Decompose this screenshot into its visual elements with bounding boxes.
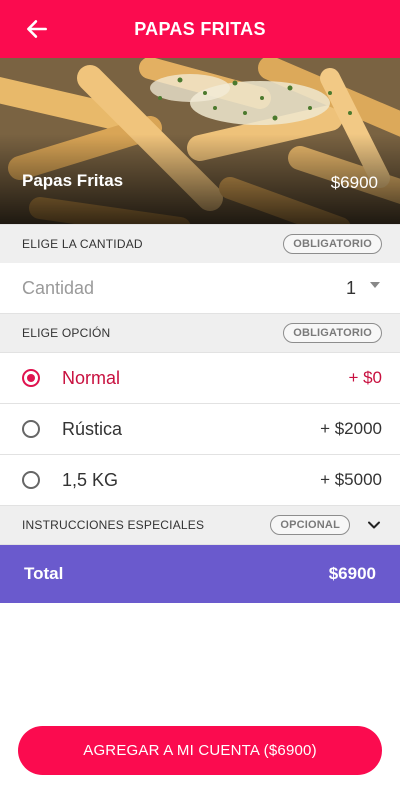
- option-price: + $5000: [320, 470, 382, 489]
- total-label: Total: [24, 564, 64, 583]
- option-section-label: ELIGE OPCIÓN: [22, 326, 111, 340]
- radio-unselected-icon[interactable]: [22, 420, 40, 438]
- required-badge: OBLIGATORIO: [283, 234, 382, 254]
- add-to-account-button[interactable]: AGREGAR A MI CUENTA ($6900): [18, 726, 382, 775]
- option-1-5-kg[interactable]: 1,5 KG + $5000: [0, 455, 400, 506]
- quantity-placeholder: Cantidad: [22, 277, 95, 298]
- quantity-value: 1: [345, 277, 356, 298]
- option-rustica[interactable]: Rústica + $2000: [0, 404, 400, 455]
- radio-unselected-icon[interactable]: [22, 471, 40, 489]
- page-title: PAPAS FRITAS: [134, 18, 266, 39]
- radio-selected-icon[interactable]: [22, 369, 40, 387]
- option-price: + $2000: [320, 419, 382, 438]
- required-badge: OBLIGATORIO: [283, 323, 382, 343]
- optional-badge: OPCIONAL: [270, 515, 350, 535]
- quantity-select[interactable]: Cantidad 1: [0, 263, 400, 313]
- total-bar: Total $6900: [0, 545, 400, 603]
- option-name: 1,5 KG: [62, 469, 119, 490]
- total-value: $6900: [328, 564, 376, 583]
- option-name: Rústica: [62, 418, 123, 439]
- option-normal[interactable]: Normal + $0: [0, 353, 400, 404]
- instructions-section-header[interactable]: INSTRUCCIONES ESPECIALES OPCIONAL: [0, 505, 400, 545]
- arrow-left-icon[interactable]: [24, 16, 50, 42]
- product-price: $6900: [330, 173, 378, 192]
- app-header: PAPAS FRITAS: [0, 0, 400, 58]
- product-hero: Papas Fritas $6900: [0, 58, 400, 224]
- dropdown-caret-icon: [370, 282, 380, 288]
- product-name: Papas Fritas: [22, 171, 124, 190]
- option-price: + $0: [348, 368, 382, 387]
- chevron-down-icon[interactable]: [366, 517, 382, 533]
- option-section-header: ELIGE OPCIÓN OBLIGATORIO: [0, 313, 400, 353]
- quantity-section-header: ELIGE LA CANTIDAD OBLIGATORIO: [0, 224, 400, 264]
- option-name: Normal: [62, 367, 121, 388]
- instructions-section-label: INSTRUCCIONES ESPECIALES: [22, 518, 205, 532]
- quantity-section-label: ELIGE LA CANTIDAD: [22, 237, 143, 251]
